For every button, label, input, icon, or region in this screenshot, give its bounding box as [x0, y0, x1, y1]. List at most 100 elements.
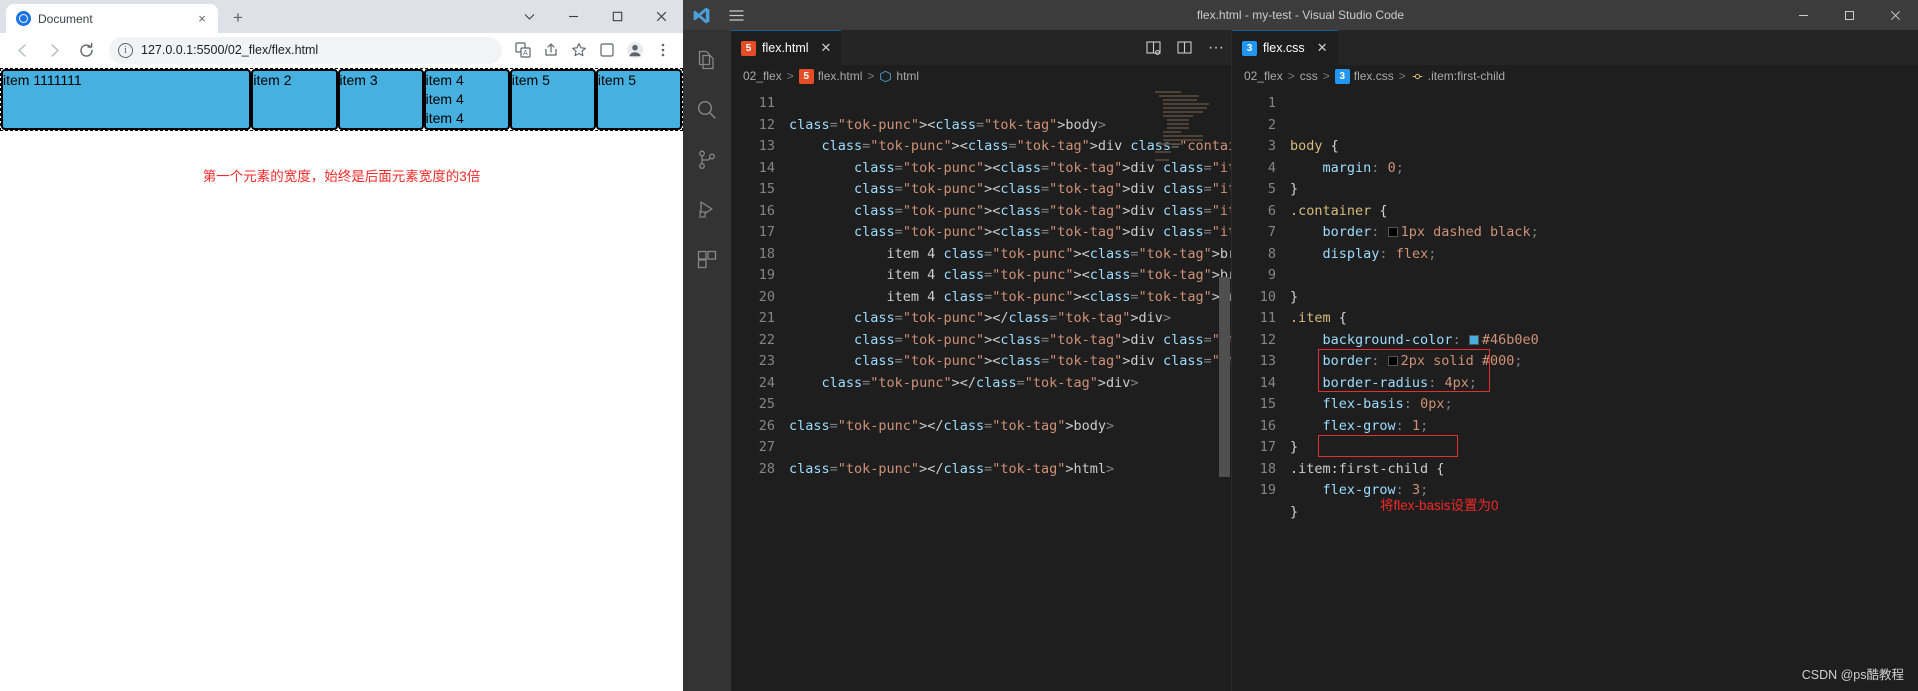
breadcrumb-folder[interactable]: 02_flex [743, 69, 782, 83]
extensions-icon[interactable] [595, 38, 619, 62]
profile-icon[interactable] [623, 38, 647, 62]
html-code-lines[interactable]: class="tok-punc"><class="tok-tag">body> … [789, 87, 1231, 691]
code-line[interactable]: border: 1px dashed black; [1290, 222, 1918, 244]
code-line[interactable]: class="tok-punc"><class="tok-tag">div cl… [789, 179, 1231, 201]
minimize-button[interactable] [551, 0, 595, 33]
close-icon[interactable]: ✕ [1317, 40, 1328, 56]
browser-tab-title: Document [38, 11, 93, 26]
line-number: 12 [758, 116, 775, 133]
breadcrumb-file[interactable]: 3 flex.css [1334, 68, 1394, 84]
code-line[interactable]: item 4 class="tok-punc"><class="tok-tag"… [789, 244, 1231, 266]
vscode-title-bar: flex.html - my-test - Visual Studio Code [683, 0, 1918, 30]
code-line[interactable]: class="tok-punc"></class="tok-tag">div> [789, 373, 1231, 395]
scrollbar-thumb[interactable] [1219, 277, 1230, 477]
code-line[interactable]: class="tok-punc"><class="tok-tag">div cl… [789, 330, 1231, 352]
css-code-lines[interactable]: body { margin: 0;} .container { border: 1… [1290, 87, 1918, 691]
code-line[interactable] [789, 93, 1231, 115]
line-number: 3 [1267, 138, 1276, 154]
code-line[interactable]: .item:first-child { [1290, 459, 1918, 481]
tab-flex-css[interactable]: 3 flex.css ✕ [1232, 30, 1338, 65]
close-button[interactable] [1872, 0, 1918, 30]
breadcrumb-file[interactable]: 5 flex.html [798, 68, 862, 84]
code-line[interactable]: class="tok-punc"></class="tok-tag">html> [789, 459, 1231, 481]
line-number: 11 [758, 95, 775, 111]
back-button[interactable] [8, 36, 36, 64]
menu-hamburger-icon[interactable] [719, 0, 753, 30]
split-editor-icon[interactable] [1143, 37, 1165, 59]
browser-tab[interactable]: Document × [6, 4, 218, 33]
breadcrumb-symbol[interactable]: .item:first-child [1411, 69, 1505, 83]
breadcrumb-symbol[interactable]: html [879, 69, 919, 83]
code-line[interactable]: class="tok-punc"></class="tok-tag">body> [789, 416, 1231, 438]
star-icon[interactable] [567, 38, 591, 62]
kebab-menu-icon[interactable] [651, 38, 675, 62]
line-number: 6 [1267, 202, 1276, 219]
code-line[interactable]: class="tok-punc"><class="tok-tag">div cl… [789, 222, 1231, 244]
css-code-area[interactable]: 1 2 3 4 5 6 7 8 9 10 11 12 13 14 15 16 17 18 19 body { mar… [1232, 87, 1918, 691]
code-line[interactable]: .item { [1290, 308, 1918, 330]
search-icon[interactable] [683, 86, 731, 134]
reload-button[interactable] [72, 36, 100, 64]
close-button[interactable] [639, 0, 683, 33]
code-line[interactable]: class="tok-punc"><class="tok-tag">body> [789, 115, 1231, 137]
close-icon[interactable]: ✕ [821, 40, 832, 56]
vscode-window-title: flex.html - my-test - Visual Studio Code [1196, 8, 1405, 22]
code-line[interactable]: flex-basis: 0px; [1290, 394, 1918, 416]
html-code-area[interactable]: 11 12 13 14 15 16 17 18 19 20 21 22 23 24 25 26 27 28 cla… [731, 87, 1231, 691]
close-icon[interactable]: × [194, 11, 210, 27]
address-bar[interactable]: i 127.0.0.1:5500/02_flex/flex.html [109, 36, 502, 64]
breadcrumb-folder-root[interactable]: 02_flex [1244, 69, 1283, 83]
tab-flex-html[interactable]: 5 flex.html ✕ [731, 30, 842, 65]
line-number: 19 [758, 267, 775, 283]
code-line[interactable]: class="tok-punc"><class="tok-tag">div cl… [789, 201, 1231, 223]
run-debug-icon[interactable] [683, 186, 731, 234]
flex-item: item 3 [337, 69, 424, 130]
code-line[interactable] [789, 394, 1231, 416]
translate-icon[interactable]: A [511, 38, 535, 62]
html-scrollbar[interactable] [1217, 87, 1231, 691]
code-line[interactable]: margin: 0; [1290, 158, 1918, 180]
line-number: 10 [1259, 288, 1276, 305]
code-line[interactable] [789, 437, 1231, 459]
source-control-icon[interactable] [683, 136, 731, 184]
code-line[interactable]: class="tok-punc"></class="tok-tag">div> [789, 308, 1231, 330]
panel-layout-icon[interactable] [1174, 37, 1196, 59]
code-line[interactable] [1290, 265, 1918, 287]
chevron-down-icon[interactable] [507, 0, 551, 33]
new-tab-button[interactable]: + [225, 5, 251, 31]
code-line[interactable]: background-color: #46b0e0 [1290, 330, 1918, 352]
code-line[interactable]: class="tok-punc"><class="tok-tag">div cl… [789, 136, 1231, 158]
flex-item: item 5 [509, 69, 596, 130]
maximize-button[interactable] [595, 0, 639, 33]
share-icon[interactable] [539, 38, 563, 62]
html-editor-group: 5 flex.html ✕ ··· 02_flex > 5 flex.html … [731, 30, 1231, 691]
code-line[interactable]: class="tok-punc"><class="tok-tag">div cl… [789, 158, 1231, 180]
site-info-icon[interactable]: i [118, 42, 133, 58]
code-line[interactable]: body { [1290, 136, 1918, 158]
more-actions-icon[interactable]: ··· [1205, 37, 1227, 59]
tab-label: flex.css [1263, 41, 1305, 55]
code-line[interactable]: } [1290, 287, 1918, 309]
url-text: 127.0.0.1:5500/02_flex/flex.html [141, 43, 319, 57]
page-note-text: 第一个元素的宽度，始终是后面元素宽度的3倍 [202, 169, 481, 184]
code-line[interactable]: item 4 class="tok-punc"><class="tok-tag"… [789, 265, 1231, 287]
breadcrumb-file-label: flex.css [1353, 69, 1394, 83]
maximize-button[interactable] [1826, 0, 1872, 30]
code-line[interactable] [1290, 523, 1918, 545]
line-number: 19 [1259, 482, 1276, 498]
minimize-button[interactable] [1780, 0, 1826, 30]
code-line[interactable]: class="tok-punc"><class="tok-tag">div cl… [789, 351, 1231, 373]
breadcrumb-folder-css[interactable]: css [1300, 69, 1318, 83]
forward-button[interactable] [40, 36, 68, 64]
line-number: 22 [758, 331, 775, 348]
line-number: 17 [1259, 439, 1276, 455]
line-number: 20 [758, 288, 775, 305]
code-line[interactable]: .container { [1290, 201, 1918, 223]
code-line[interactable]: item 4 class="tok-punc"><class="tok-tag"… [789, 287, 1231, 309]
code-line[interactable]: } [1290, 179, 1918, 201]
extensions-icon[interactable] [683, 236, 731, 284]
code-line[interactable]: display: flex; [1290, 244, 1918, 266]
code-line[interactable]: flex-grow: 1; [1290, 416, 1918, 438]
svg-text:A: A [523, 50, 528, 57]
files-icon[interactable] [683, 36, 731, 84]
